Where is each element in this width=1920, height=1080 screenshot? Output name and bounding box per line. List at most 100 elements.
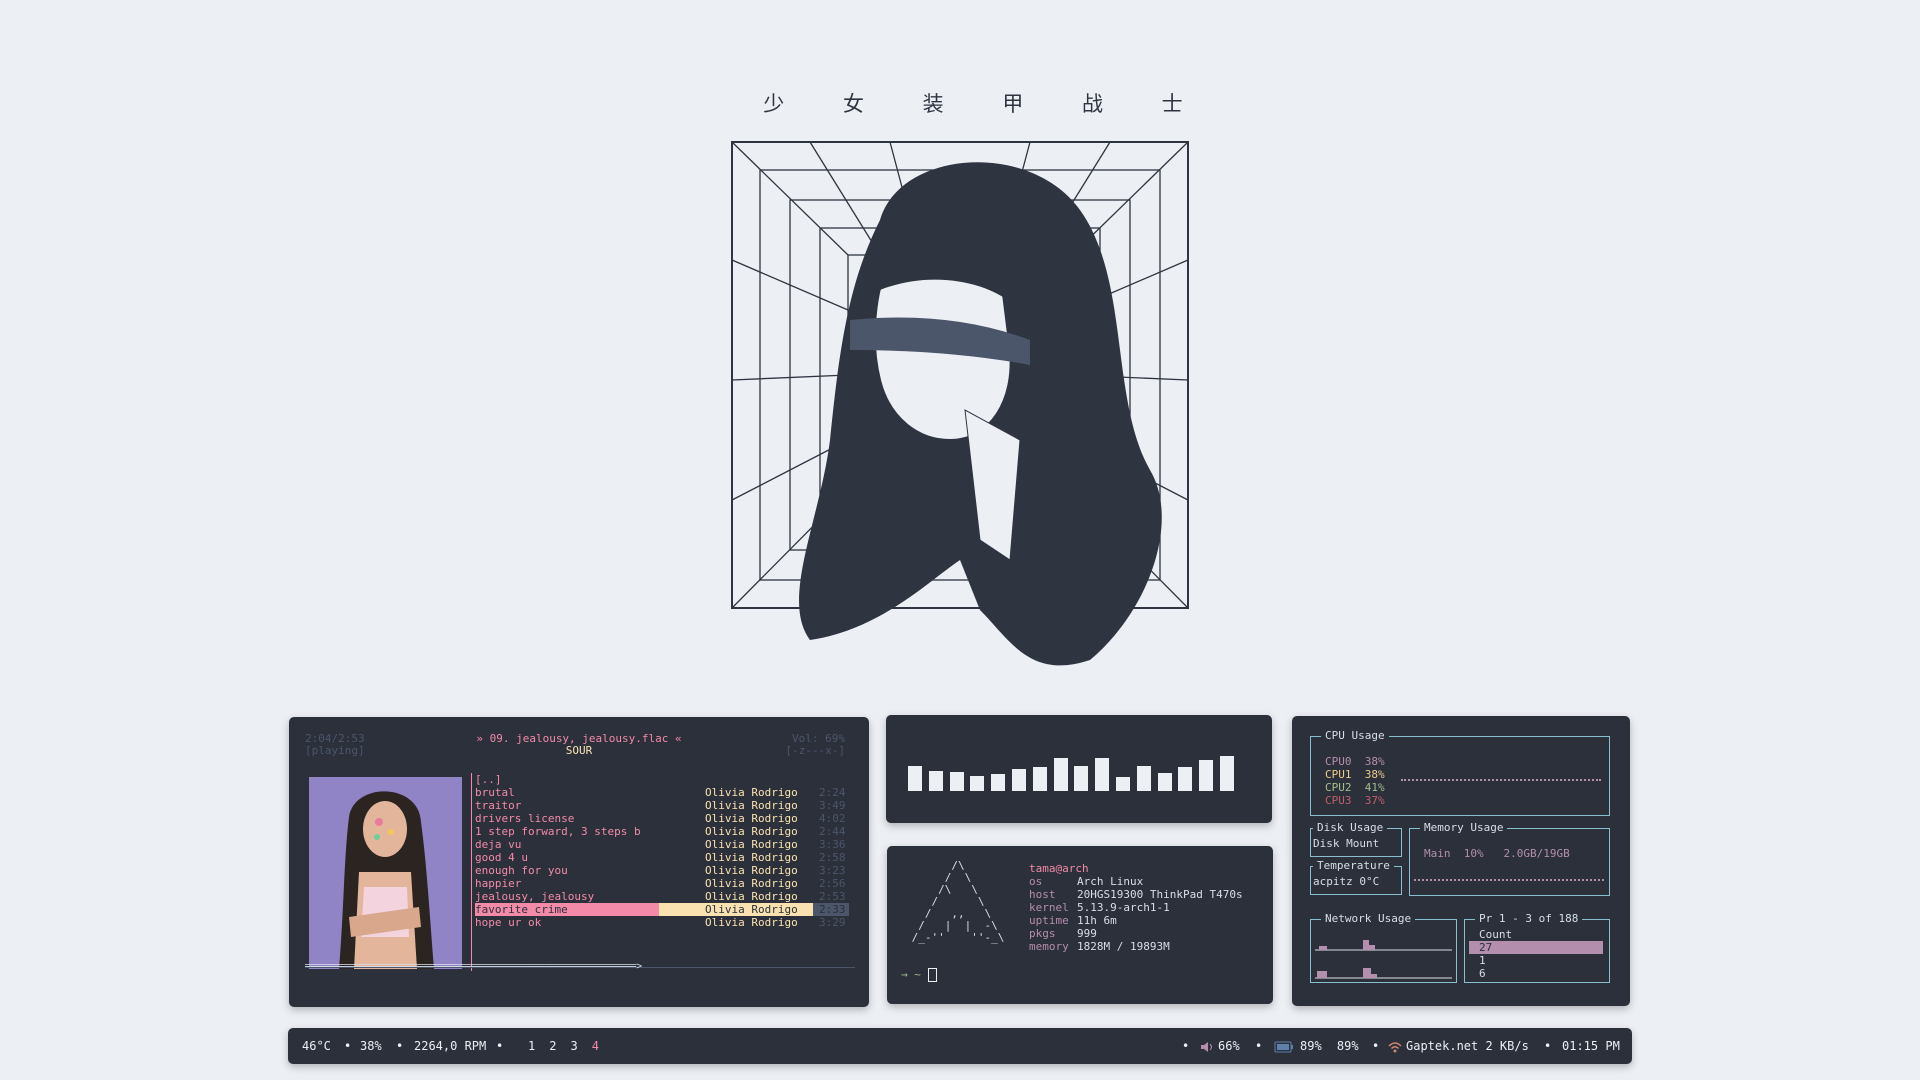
track-duration: 2:33	[819, 903, 846, 916]
track-duration: 2:56	[819, 877, 846, 890]
track-artist: Olivia Rodrigo	[705, 786, 798, 799]
track-title: good 4 u	[475, 851, 528, 864]
fan-speed: 2264,0 RPM	[414, 1039, 487, 1053]
track-title: favorite crime	[475, 903, 568, 916]
track-row[interactable]: brutal Olivia Rodrigo 2:24	[475, 786, 849, 799]
progress-bar[interactable]: ════════════════════════════════════════…	[305, 961, 705, 972]
visualizer-bar	[970, 776, 985, 791]
track-artist: Olivia Rodrigo	[705, 890, 798, 903]
track-row[interactable]: enough for you Olivia Rodrigo 3:23	[475, 864, 849, 877]
track-row[interactable]: traitor Olivia Rodrigo 3:49	[475, 799, 849, 812]
fetch-value: 999	[1077, 927, 1097, 940]
terminal-window[interactable]: /\ / \ /\ \ / \ / ,, \ / | | -\ /_-'' ''…	[887, 846, 1273, 1004]
fetch-key: memory	[1029, 940, 1069, 953]
fetch-user: tama@arch	[1029, 862, 1089, 875]
album-cover-image	[309, 777, 462, 969]
fetch-key: host	[1029, 888, 1056, 901]
cpu-temperature: 46°C	[302, 1039, 331, 1053]
visualizer-bar	[949, 772, 964, 791]
speaker-icon	[1201, 1041, 1212, 1052]
visualizer-bar	[1136, 766, 1151, 791]
temperature-row: acpitz 0°C	[1313, 875, 1380, 888]
track-artist: Olivia Rodrigo	[705, 825, 798, 838]
visualizer-bar	[1074, 766, 1089, 791]
visualizer-bar	[928, 771, 943, 791]
track-duration: 3:49	[819, 799, 846, 812]
track-row[interactable]: drivers license Olivia Rodrigo 4:02	[475, 812, 849, 825]
track-row[interactable]: deja vu Olivia Rodrigo 3:36	[475, 838, 849, 851]
workspace-2[interactable]: 2	[549, 1039, 556, 1053]
track-artist: Olivia Rodrigo	[705, 838, 798, 851]
player-flags: [-z---x-]	[785, 744, 845, 757]
album-name: SOUR	[565, 744, 593, 757]
cpu-usage-box: CPU Usage CPU0 38% CPU1 38% CPU2 41% CPU3 3…	[1310, 729, 1610, 816]
fetch-value: 5.13.9-arch1-1	[1077, 901, 1170, 914]
track-row[interactable]: jealousy, jealousy Olivia Rodrigo 2:53	[475, 890, 849, 903]
track-title: traitor	[475, 799, 522, 812]
track-artist: Olivia Rodrigo	[705, 799, 798, 812]
fetch-key: kernel	[1029, 901, 1069, 914]
track-artist: Olivia Rodrigo	[705, 851, 798, 864]
fetch-key: pkgs	[1029, 927, 1056, 940]
network-widget[interactable]: Gaptek.net 2 KB/s	[1388, 1028, 1529, 1064]
cpu-row: CPU1 38%	[1325, 768, 1385, 781]
visualizer-bar	[908, 766, 922, 791]
memory-row: Main 10% 2.0GB/19GB	[1424, 847, 1570, 860]
volume-widget[interactable]: 66%	[1200, 1028, 1240, 1064]
track-title: 1 step forward, 3 steps b	[475, 825, 641, 838]
track-row[interactable]: favorite crime Olivia Rodrigo 2:33	[475, 903, 849, 916]
playback-state: [playing]	[305, 744, 365, 757]
track-artist: Olivia Rodrigo	[705, 903, 798, 916]
network-value: Gaptek.net 2 KB/s	[1406, 1039, 1529, 1053]
process-column: Count	[1479, 928, 1513, 941]
track-duration: 2:44	[819, 825, 846, 838]
track-title: brutal	[475, 786, 515, 799]
track-duration: 3:36	[819, 838, 846, 851]
memory-usage-title: Memory Usage	[1420, 821, 1508, 834]
workspace-3[interactable]: 3	[570, 1039, 577, 1053]
track-title: deja vu	[475, 838, 522, 851]
cpu-load: 38%	[360, 1039, 382, 1053]
fetch-row: kernel 5.13.9-arch1-1	[1029, 901, 1243, 914]
visualizer-bar	[1053, 758, 1068, 791]
process-row[interactable]: 1	[1469, 954, 1603, 967]
process-row[interactable]: 6	[1469, 967, 1603, 980]
track-artist: Olivia Rodrigo	[705, 877, 798, 890]
network-usage-box: Network Usage	[1310, 912, 1457, 983]
track-row[interactable]: hope ur ok Olivia Rodrigo 3:29	[475, 916, 849, 929]
fetch-key: uptime	[1029, 914, 1069, 927]
audio-visualizer-window	[886, 715, 1272, 823]
cpu-row: CPU0 38%	[1325, 755, 1385, 768]
shell-prompt[interactable]: → ~	[901, 968, 937, 982]
track-row[interactable]: 1 step forward, 3 steps b Olivia Rodrigo 2…	[475, 825, 849, 838]
system-monitor-window[interactable]: CPU Usage CPU0 38% CPU1 38% CPU2 41% CPU3 3…	[1292, 716, 1630, 1006]
visualizer-bar	[1178, 767, 1193, 791]
fetch-row: os Arch Linux	[1029, 875, 1243, 888]
clock: 01:15 PM	[1562, 1039, 1620, 1053]
workspace-4[interactable]: 4	[592, 1039, 599, 1053]
track-title: hope ur ok	[475, 916, 542, 929]
fetch-value: 11h 6m	[1077, 914, 1117, 927]
parent-directory[interactable]: [..]	[475, 773, 502, 786]
music-player-window[interactable]: 2:04/2:53 [playing] » 09. jealousy, jeal…	[289, 717, 869, 1007]
visualizer-bar	[1199, 760, 1214, 791]
temperature-title: Temperature	[1313, 859, 1394, 872]
track-list: brutal Olivia Rodrigo 2:24 traitor Olivia Ro…	[475, 786, 855, 946]
cpu-row: CPU2 41%	[1325, 781, 1385, 794]
track-duration: 3:29	[819, 916, 846, 929]
process-row[interactable]: 27	[1469, 941, 1603, 954]
visualizer-bar	[991, 774, 1006, 791]
fetch-row: pkgs 999	[1029, 927, 1243, 940]
workspace-1[interactable]: 1	[528, 1039, 535, 1053]
visualizer-bar	[1095, 758, 1110, 791]
track-row[interactable]: happier Olivia Rodrigo 2:56	[475, 877, 849, 890]
process-title: Pr 1 - 3 of 188	[1475, 912, 1583, 925]
cpu-usage-title: CPU Usage	[1321, 729, 1389, 742]
disk-usage-box: Disk Usage Disk Mount	[1310, 821, 1402, 857]
cursor	[927, 968, 937, 982]
battery-widget: 89% 89%	[1274, 1028, 1359, 1064]
temperature-box: Temperature acpitz 0°C	[1310, 859, 1402, 895]
track-row[interactable]: good 4 u Olivia Rodrigo 2:58	[475, 851, 849, 864]
track-duration: 4:02	[819, 812, 846, 825]
track-title: happier	[475, 877, 522, 890]
